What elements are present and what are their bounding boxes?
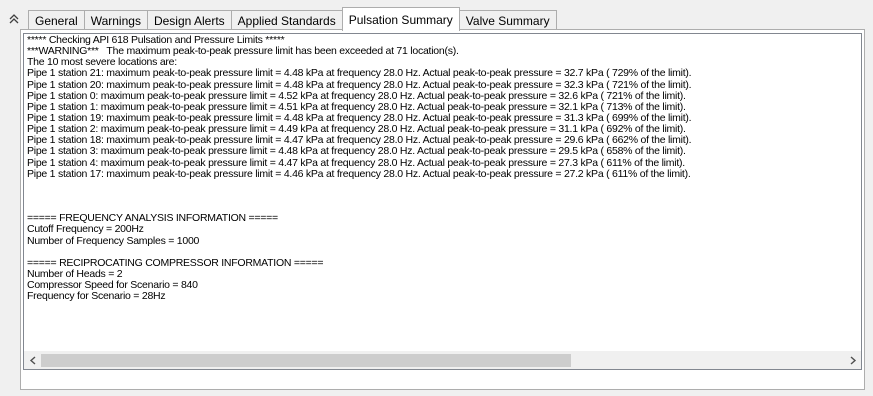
- summary-text: ***** Checking API 618 Pulsation and Pre…: [27, 34, 861, 303]
- tab-design-alerts[interactable]: Design Alerts: [146, 10, 232, 31]
- pulsation-summary-panel: ***** Checking API 618 Pulsation and Pre…: [20, 29, 865, 390]
- tabs: General Warnings Design Alerts Applied S…: [28, 7, 557, 31]
- double-chevron-up-icon: [9, 14, 19, 24]
- scroll-left-button[interactable]: [24, 352, 41, 369]
- summary-line: Cutoff Frequency = 200Hz: [27, 223, 144, 236]
- summary-textbox[interactable]: ***** Checking API 618 Pulsation and Pre…: [23, 33, 862, 370]
- summary-line: Pipe 1 station 21: maximum peak-to-peak …: [27, 67, 692, 80]
- tab-valve-summary[interactable]: Valve Summary: [458, 10, 557, 31]
- tab-applied-standards[interactable]: Applied Standards: [230, 10, 343, 31]
- summary-line: Frequency for Scenario = 28Hz: [27, 290, 166, 303]
- scrollbar-thumb[interactable]: [41, 354, 571, 367]
- summary-line: [27, 180, 861, 191]
- tab-general[interactable]: General: [28, 10, 85, 31]
- summary-line: [27, 191, 861, 202]
- chevron-left-icon: [29, 356, 35, 365]
- scroll-right-button[interactable]: [844, 352, 861, 369]
- horizontal-scrollbar[interactable]: [24, 351, 861, 369]
- summary-line: Pipe 1 station 3: maximum peak-to-peak p…: [27, 145, 686, 158]
- summary-line: Number of Frequency Samples = 1000: [27, 234, 200, 247]
- tab-warnings[interactable]: Warnings: [83, 10, 148, 31]
- chevron-right-icon: [850, 356, 856, 365]
- tab-pulsation-summary[interactable]: Pulsation Summary: [341, 7, 460, 31]
- collapse-chevron-icon[interactable]: [6, 11, 22, 27]
- tab-bar: General Warnings Design Alerts Applied S…: [0, 6, 873, 31]
- summary-line: ===== FREQUENCY ANALYSIS INFORMATION ===…: [27, 212, 278, 225]
- summary-line: Pipe 1 station 17: maximum peak-to-peak …: [27, 167, 691, 180]
- summary-line: ===== RECIPROCATING COMPRESSOR INFORMATI…: [27, 256, 324, 269]
